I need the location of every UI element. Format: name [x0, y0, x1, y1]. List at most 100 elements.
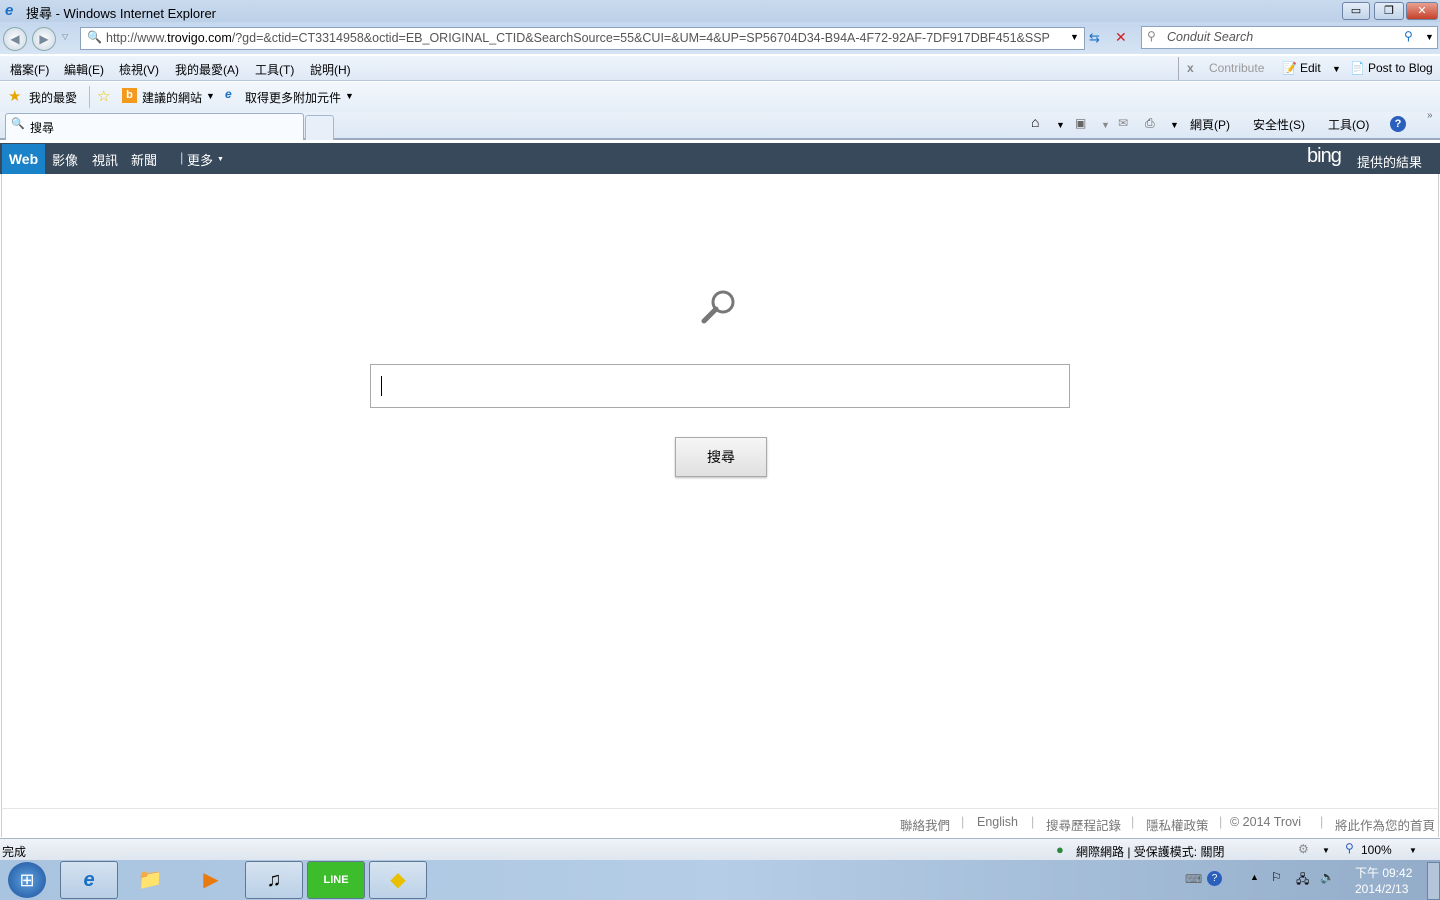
keyboard-icon[interactable]: ⌨: [1185, 872, 1202, 886]
window-title: 搜尋 - Windows Internet Explorer: [26, 6, 217, 21]
back-button[interactable]: ◀: [3, 27, 27, 51]
taskbar-explorer[interactable]: 📁: [121, 861, 179, 899]
new-tab-button[interactable]: [305, 115, 334, 140]
search-dropdown-icon[interactable]: ▼: [1425, 32, 1434, 42]
divider: |: [1219, 815, 1223, 829]
history-dropdown-icon[interactable]: ▽: [62, 32, 68, 41]
zoom-level[interactable]: 100%: [1361, 843, 1392, 857]
divider: |: [1320, 815, 1324, 829]
contribute-close-icon[interactable]: x: [1187, 61, 1194, 75]
dropdown-icon[interactable]: ▼: [1322, 846, 1330, 855]
home-icon[interactable]: ⌂: [1031, 114, 1039, 130]
clock-date[interactable]: 2014/2/13: [1355, 882, 1408, 896]
conduit-search-input[interactable]: Conduit Search: [1141, 26, 1438, 49]
search-go-icon[interactable]: ⚲: [1404, 29, 1413, 43]
zoom-dropdown-icon[interactable]: ▼: [1409, 846, 1417, 855]
nav-videos[interactable]: 視訊: [92, 150, 118, 169]
close-button[interactable]: ✕: [1406, 2, 1438, 20]
english-link[interactable]: English: [977, 815, 1018, 829]
nav-web[interactable]: Web: [2, 144, 45, 174]
favorites-button[interactable]: 我的最愛: [29, 89, 77, 106]
nav-images[interactable]: 影像: [52, 150, 78, 169]
chevron-more-icon[interactable]: »: [1427, 110, 1433, 121]
add-favorite-icon[interactable]: ☆: [97, 87, 110, 105]
bing-suggested-icon: b: [122, 88, 137, 103]
menu-view[interactable]: 檢視(V): [119, 61, 159, 78]
divider: |: [1131, 815, 1135, 829]
menu-tools[interactable]: 工具(T): [255, 61, 294, 78]
nav-news[interactable]: 新聞: [131, 150, 157, 169]
address-bar[interactable]: http://www.trovigo.com/?gd=&ctid=CT33149…: [80, 27, 1085, 50]
set-homepage-link[interactable]: 將此作為您的首頁: [1335, 815, 1435, 834]
action-center-flag-icon[interactable]: ⚐: [1271, 870, 1282, 884]
search-button[interactable]: 搜尋: [675, 437, 767, 477]
page-content: [1, 174, 1439, 837]
address-dropdown-icon[interactable]: ▼: [1070, 32, 1079, 42]
dropdown-icon[interactable]: ▼: [1056, 120, 1065, 130]
menu-file[interactable]: 檔案(F): [10, 61, 49, 78]
search-icon: 🔍: [11, 118, 25, 130]
taskbar-ie[interactable]: e: [60, 861, 118, 899]
taskbar-app[interactable]: ◆: [369, 861, 427, 899]
get-addons-button[interactable]: 取得更多附加元件: [245, 89, 341, 106]
tools-menu-button[interactable]: 工具(O): [1328, 116, 1369, 133]
powered-by-text: 提供的結果: [1357, 155, 1423, 170]
taskbar-itunes[interactable]: ♫: [245, 861, 303, 899]
menu-help[interactable]: 說明(H): [310, 61, 351, 78]
security-zone[interactable]: 網際網路 | 受保護模式: 關閉: [1076, 843, 1224, 860]
contact-link[interactable]: 聯絡我們: [900, 815, 950, 834]
start-button[interactable]: ⊞: [8, 862, 46, 898]
bing-logo: bing: [1307, 145, 1342, 167]
edit-icon: 📝: [1282, 61, 1297, 75]
suggested-sites-button[interactable]: 建議的網站: [142, 89, 202, 106]
volume-icon[interactable]: 🔈: [1320, 870, 1335, 884]
feeds-icon[interactable]: ▣: [1075, 116, 1086, 130]
search-icon: ⚲: [1147, 29, 1156, 43]
ie-logo-icon: e: [5, 2, 14, 19]
nav-more[interactable]: 更多: [187, 150, 213, 169]
safety-menu-button[interactable]: 安全性(S): [1253, 116, 1305, 133]
divider: [89, 86, 90, 108]
favorites-bar: [0, 82, 1440, 112]
more-dropdown-icon: ▼: [217, 156, 224, 163]
taskbar-media-player[interactable]: ▶: [182, 861, 240, 899]
edit-button[interactable]: Edit: [1300, 61, 1321, 75]
network-icon[interactable]: 🖧: [1296, 870, 1309, 891]
contribute-button[interactable]: Contribute: [1209, 61, 1264, 75]
clock-time[interactable]: 下午 09:42: [1355, 864, 1412, 881]
divider: |: [961, 815, 965, 829]
forward-button[interactable]: ▶: [32, 27, 56, 51]
copyright-text: © 2014 Trovi: [1230, 815, 1302, 829]
privacy-link[interactable]: 隱私權政策: [1146, 815, 1209, 834]
divider: |: [180, 150, 184, 165]
tab-search[interactable]: 搜尋: [5, 113, 304, 140]
taskbar-line[interactable]: LINE: [307, 861, 365, 899]
dropdown-icon[interactable]: ▼: [345, 91, 354, 101]
page-menu-button[interactable]: 網頁(P): [1190, 116, 1230, 133]
search-input[interactable]: [370, 364, 1070, 408]
search-history-link[interactable]: 搜尋歷程記錄: [1046, 815, 1121, 834]
print-icon[interactable]: ⎙: [1145, 116, 1155, 131]
show-hidden-icon[interactable]: ▲: [1250, 872, 1259, 882]
dropdown-icon[interactable]: ▼: [1170, 120, 1179, 130]
footer: [1, 808, 1439, 838]
stop-icon[interactable]: ✕: [1115, 29, 1127, 46]
ie-page-icon: e: [225, 87, 232, 101]
mail-icon[interactable]: ✉: [1118, 116, 1128, 130]
help-icon[interactable]: ?: [1390, 116, 1406, 132]
restore-button[interactable]: ❐: [1374, 2, 1404, 20]
zoom-icon: ⚲: [1345, 841, 1354, 855]
dropdown-icon[interactable]: ▼: [1101, 120, 1110, 130]
menu-favorites[interactable]: 我的最愛(A): [175, 61, 239, 78]
minimize-button[interactable]: ▭: [1342, 2, 1370, 20]
post-to-blog-button[interactable]: Post to Blog: [1368, 61, 1433, 75]
bing-nav-bar: [0, 143, 1440, 174]
help-tray-icon[interactable]: ?: [1207, 871, 1222, 886]
popup-blocker-icon[interactable]: ⚙: [1298, 842, 1309, 856]
text-caret: [381, 376, 382, 396]
menu-edit[interactable]: 編輯(E): [64, 61, 104, 78]
dropdown-icon[interactable]: ▼: [206, 91, 215, 101]
show-desktop-button[interactable]: [1427, 862, 1440, 900]
edit-dropdown-icon[interactable]: ▼: [1332, 64, 1341, 74]
refresh-icon[interactable]: ⇆: [1089, 30, 1100, 46]
